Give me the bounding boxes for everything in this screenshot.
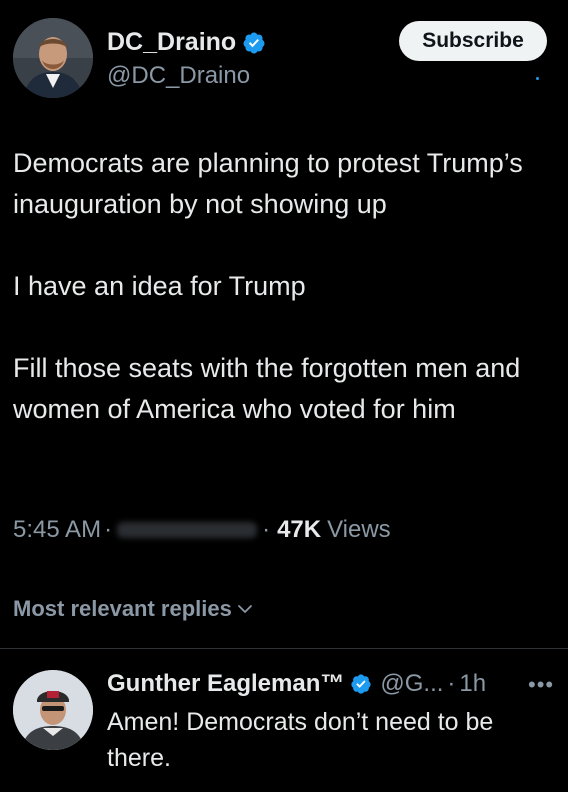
tweet-text: Democrats are planning to protest Trump’… (13, 148, 523, 424)
verified-badge-icon (243, 32, 265, 53)
author-name[interactable]: DC_Draino (107, 28, 266, 57)
reply-avatar-image (13, 670, 93, 750)
views-label: Views (327, 516, 391, 543)
author-name-text: DC_Draino (107, 28, 237, 56)
more-options-icon[interactable]: ••• (528, 672, 554, 698)
divider (0, 648, 568, 649)
reply-verified-badge-icon (351, 674, 371, 694)
meta-separator-2: · (262, 516, 271, 543)
tweet-time[interactable]: 5:45 AM (13, 516, 101, 544)
avatar-image (13, 18, 93, 98)
author-handle[interactable]: @DC_Draino (107, 62, 250, 90)
replies-filter-label: Most relevant replies (13, 596, 232, 621)
views-count[interactable]: 47K (277, 516, 321, 544)
tweet-date-redacted (117, 522, 258, 538)
tweet-meta: 5:45 AM · · 47K Views (13, 516, 391, 544)
tweet-header: DC_Draino @DC_Draino Subscribe (0, 0, 568, 110)
indicator-dot (536, 77, 539, 80)
reply-author-handle[interactable]: @G... (380, 670, 443, 698)
reply-avatar[interactable] (13, 670, 93, 750)
reply-separator: · (447, 670, 456, 697)
reply-header: Gunther Eagleman™ @G... · 1h (107, 670, 486, 698)
replies-filter-dropdown[interactable]: Most relevant replies (13, 596, 254, 622)
reply-author-name[interactable]: Gunther Eagleman™ (107, 670, 344, 698)
subscribe-button[interactable]: Subscribe (399, 21, 547, 61)
meta-separator: · (104, 516, 113, 543)
chevron-down-icon (237, 605, 252, 613)
reply-text: Amen! Democrats don’t need to be there. (107, 708, 494, 772)
reply-time[interactable]: 1h (459, 670, 486, 698)
author-avatar[interactable] (13, 18, 93, 98)
